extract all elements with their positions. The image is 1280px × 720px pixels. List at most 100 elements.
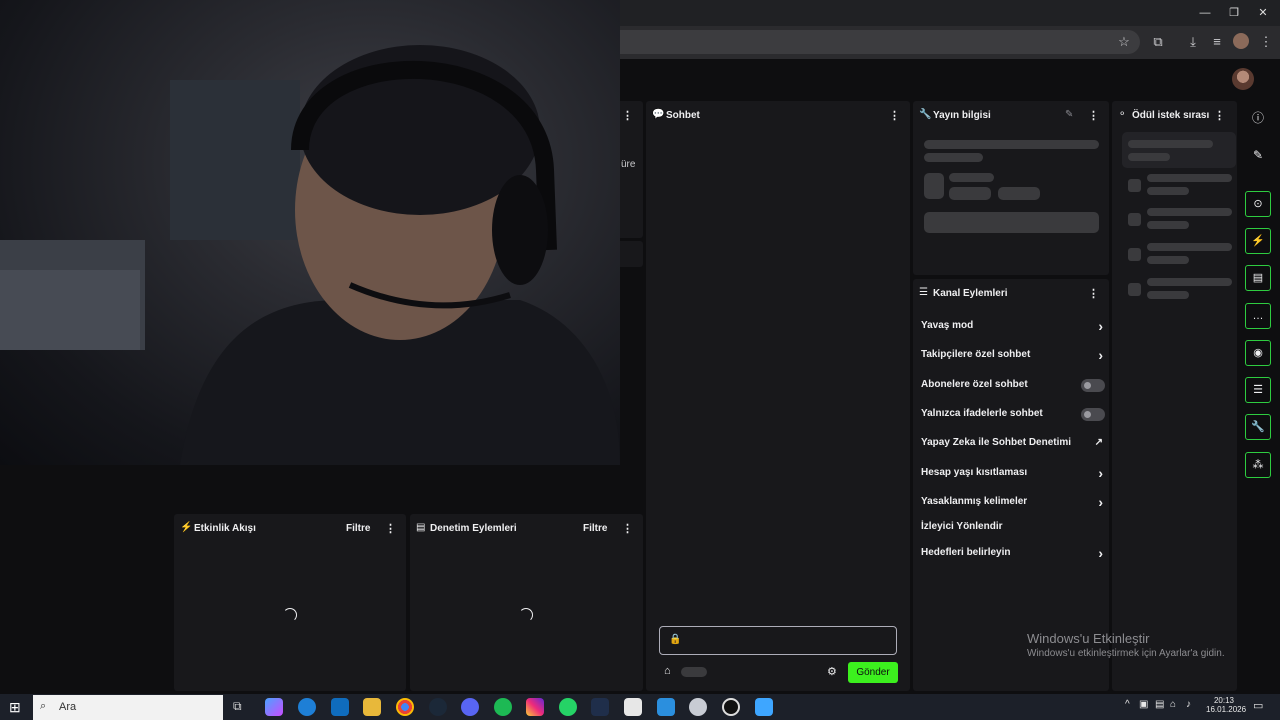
gear-icon[interactable]: ⚙	[827, 665, 837, 678]
pencil-icon[interactable]: ✎	[1065, 109, 1073, 120]
send-button[interactable]: Gönder	[848, 662, 898, 683]
action-emote-only: Yalnızca ifadelerle sohbet	[921, 404, 1105, 424]
action-slow-mode[interactable]: Yavaş mod ›	[921, 316, 1105, 336]
windows-start-icon[interactable]: ⊞	[9, 699, 21, 716]
shield-icon[interactable]	[689, 698, 707, 716]
channel-actions-icon[interactable]: ☰	[1245, 377, 1271, 403]
action-label: Hesap yaşı kısıtlaması	[921, 467, 1028, 478]
app-a-icon[interactable]	[591, 698, 609, 716]
kebab-icon[interactable]: ⋮	[622, 109, 633, 122]
action-raid[interactable]: İzleyici Yönlendir	[921, 517, 1105, 537]
activation-watermark-title: Windows'u Etkinleştir	[1027, 631, 1150, 646]
vscode-icon[interactable]	[657, 698, 675, 716]
mod-filter-button[interactable]: Filtre	[583, 523, 607, 534]
menu-icon[interactable]: ⋮	[1256, 33, 1276, 51]
chat-bubble-icon[interactable]: …	[1245, 303, 1271, 329]
minimize-button[interactable]: —	[1190, 4, 1220, 22]
discord-icon[interactable]	[461, 698, 479, 716]
star-icon[interactable]: ☆	[1114, 33, 1134, 51]
emote-only-toggle[interactable]	[1081, 408, 1105, 421]
lightning-icon[interactable]: ⚡	[1245, 228, 1271, 254]
notification-icon[interactable]: ▭	[1253, 699, 1263, 712]
action-ai-moderation[interactable]: Yapay Zeka ile Sohbet Denetimi ↗	[921, 433, 1105, 453]
wrench-icon[interactable]: 🔧	[1245, 414, 1271, 440]
action-subscribers-only: Abonelere özel sohbet	[921, 375, 1105, 395]
info-icon[interactable]: ⓘ	[1245, 107, 1271, 129]
spotify-icon[interactable]	[494, 698, 512, 716]
activity-filter-button[interactable]: Filtre	[346, 523, 370, 534]
volume-icon[interactable]: ♪	[1186, 699, 1191, 710]
loading-spinner	[519, 608, 533, 622]
obs-icon[interactable]	[722, 698, 740, 716]
focus-icon[interactable]: ⊙	[1245, 191, 1271, 217]
reward-queue-menu-icon[interactable]: ⋮	[1214, 109, 1225, 122]
points-skeleton	[681, 667, 707, 677]
action-label: Abonelere özel sohbet	[921, 379, 1028, 390]
edge-icon[interactable]	[298, 698, 316, 716]
chrome-icon[interactable]	[396, 698, 414, 716]
reward-icon[interactable]: ⁂	[1245, 452, 1271, 478]
action-followers-only[interactable]: Takipçilere özel sohbet ›	[921, 345, 1105, 365]
whatsapp-icon[interactable]	[559, 698, 577, 716]
mod-actions-panel: ▤ Denetim Eylemleri Filtre ⋮	[410, 514, 643, 691]
stream-info-menu-icon[interactable]: ⋮	[1088, 109, 1099, 122]
chat-menu-icon[interactable]: ⋮	[889, 109, 900, 122]
pencil-icon[interactable]: ✎	[1245, 144, 1271, 166]
tray-app-icon[interactable]: ▣	[1139, 699, 1148, 710]
action-set-goals[interactable]: Hedefleri belirleyin ›	[921, 543, 1105, 563]
mod-menu-icon[interactable]: ⋮	[622, 522, 633, 535]
chat-input[interactable]: 🔒	[659, 626, 897, 655]
avatar[interactable]	[1232, 68, 1254, 90]
mod-actions-title: Denetim Eylemleri	[430, 523, 517, 534]
chat-panel: 💬 Sohbet ⋮	[646, 101, 910, 691]
paint-icon[interactable]	[755, 698, 773, 716]
chevron-right-icon: ›	[1098, 318, 1103, 334]
file-explorer-icon[interactable]	[363, 698, 381, 716]
instagram-icon[interactable]	[526, 698, 544, 716]
document-icon: ▤	[416, 522, 426, 533]
document-icon[interactable]: ▤	[1245, 265, 1271, 291]
clock-time: 20:13	[1213, 696, 1235, 705]
copilot-icon[interactable]	[265, 698, 283, 716]
clock[interactable]: 20:13 16.01.2026	[1206, 696, 1246, 714]
action-account-age[interactable]: Hesap yaşı kısıtlaması ›	[921, 463, 1105, 483]
subscribers-only-toggle[interactable]	[1081, 379, 1105, 392]
stream-info-title: Yayın bilgisi	[933, 110, 991, 121]
webcam-overlay	[0, 0, 620, 465]
action-label: Takipçilere özel sohbet	[921, 349, 1031, 360]
action-banned-words[interactable]: Yasaklanmış kelimeler ›	[921, 492, 1105, 512]
stream-info-panel: 🔧 Yayın bilgisi ✎ ⋮	[913, 101, 1109, 275]
activity-menu-icon[interactable]: ⋮	[385, 522, 396, 535]
chevron-up-icon[interactable]: ^	[1125, 699, 1130, 710]
tray-app-2-icon[interactable]: ▤	[1155, 699, 1164, 710]
lock-icon: 🔒	[669, 634, 682, 645]
notepad-icon[interactable]	[624, 698, 642, 716]
broadcast-icon[interactable]: ◉	[1245, 340, 1271, 366]
close-window-button[interactable]: ✕	[1248, 4, 1278, 22]
chat-panel-title: Sohbet	[666, 110, 700, 121]
external-link-icon: ↗	[1094, 437, 1103, 448]
chevron-right-icon: ›	[1098, 347, 1103, 363]
channel-actions-menu-icon[interactable]: ⋮	[1088, 287, 1099, 300]
network-icon[interactable]: ⌂	[1170, 699, 1176, 710]
download-icon[interactable]: ⤓	[1183, 33, 1203, 51]
store-icon[interactable]: ⌂	[664, 665, 671, 677]
activation-watermark-text: Windows'u etkinleştirmek için Ayarlar'a …	[1027, 648, 1225, 659]
extensions-icon[interactable]: ⧉	[1148, 33, 1168, 51]
outlook-icon[interactable]	[331, 698, 349, 716]
search-icon: ⌕	[40, 700, 47, 712]
loading-spinner	[283, 608, 297, 622]
action-label: İzleyici Yönlendir	[921, 521, 1003, 532]
partial-panel-text: üre	[621, 159, 636, 170]
taskbar-search-placeholder: Ara	[59, 701, 77, 713]
reading-list-icon[interactable]: ≡	[1207, 33, 1227, 51]
address-bar[interactable]	[600, 30, 1140, 54]
chevron-right-icon: ›	[1098, 545, 1103, 561]
lightning-icon: ⚡	[180, 522, 193, 533]
task-view-icon[interactable]: ⧉	[233, 699, 242, 714]
browser-profile-avatar[interactable]	[1233, 33, 1249, 49]
chevron-right-icon: ›	[1098, 465, 1103, 481]
steam-icon[interactable]	[429, 698, 447, 716]
channel-actions-icon: ☰	[919, 287, 928, 298]
restore-button[interactable]: ❐	[1219, 4, 1249, 22]
